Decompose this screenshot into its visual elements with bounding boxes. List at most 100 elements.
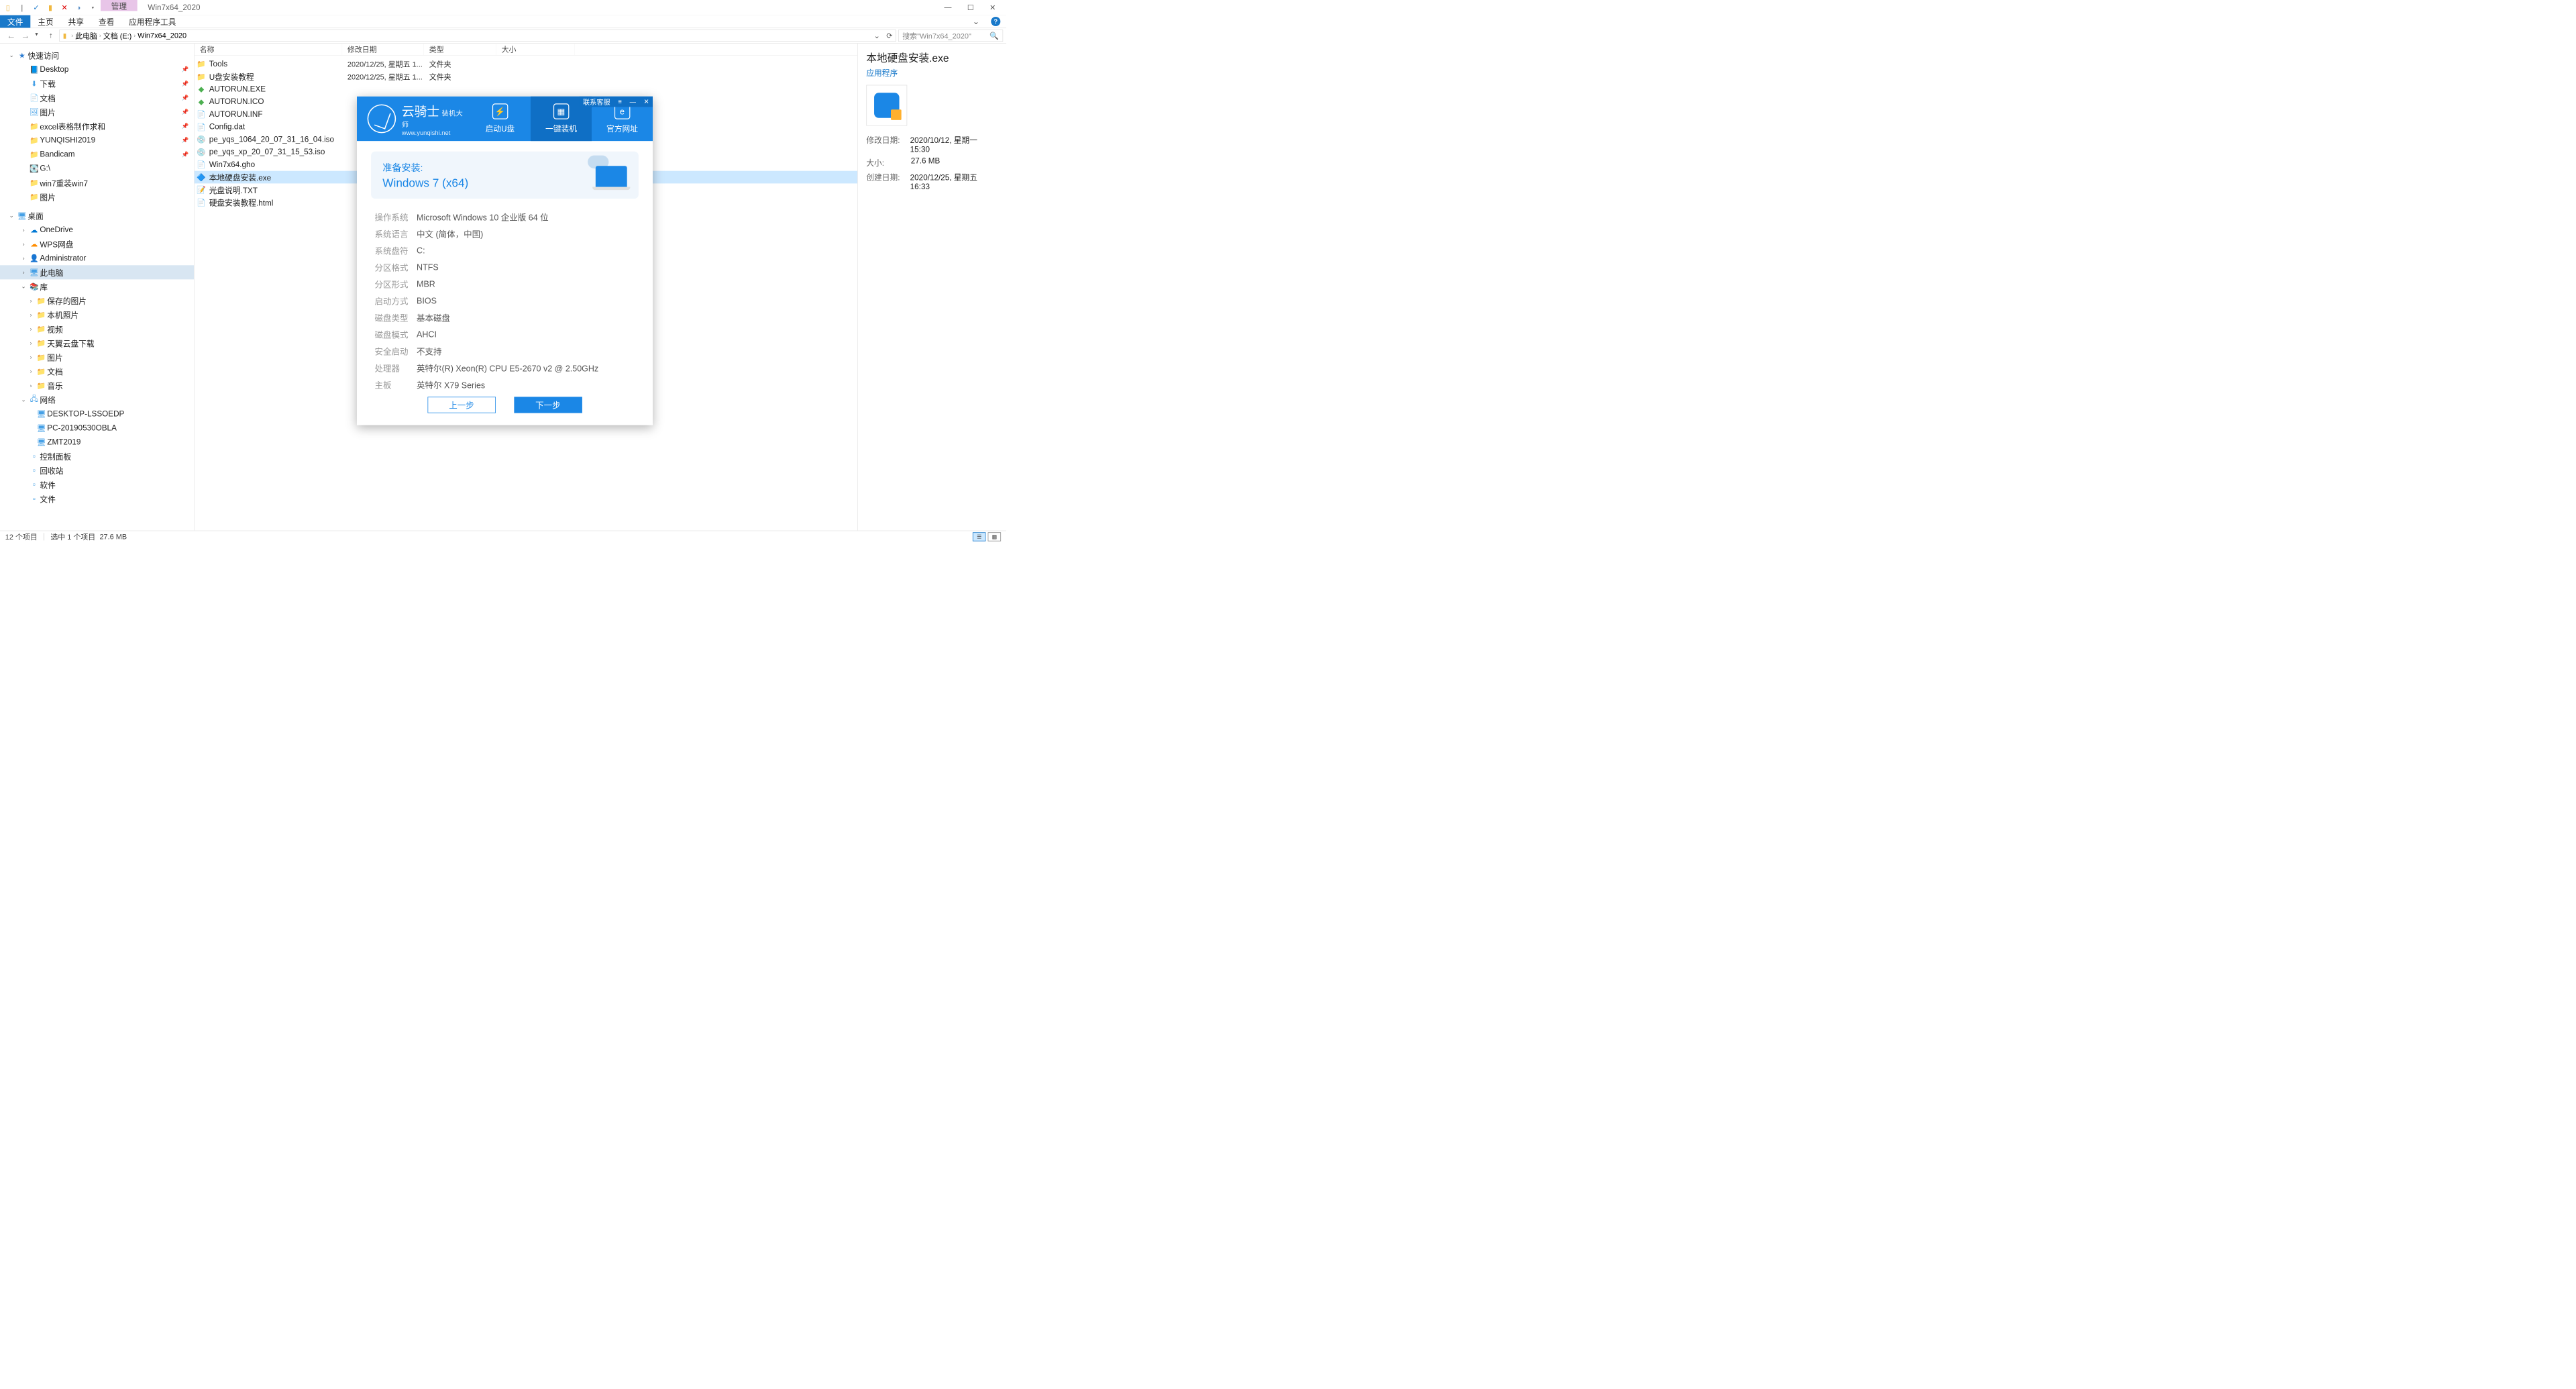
ribbon-tab-apptools[interactable]: 应用程序工具 <box>121 15 183 28</box>
chevron-right-icon[interactable]: › <box>26 297 36 304</box>
sidebar-item[interactable]: ⌄ 🖧 网络 <box>0 393 194 407</box>
sidebar-item[interactable]: ⬇ 下载 📌 <box>0 76 194 91</box>
refresh-icon[interactable]: ⟳ <box>883 32 893 40</box>
sidebar-item[interactable]: ⌄ 🖥 桌面 <box>0 209 194 223</box>
sidebar-item[interactable]: 📁 图片 <box>0 190 194 204</box>
chevron-right-icon[interactable]: › <box>26 311 36 318</box>
sidebar-item[interactable]: ⌄ ★ 快速访问 <box>0 48 194 62</box>
ribbon-tab-view[interactable]: 查看 <box>91 15 121 28</box>
chevron-right-icon[interactable]: › <box>26 354 36 360</box>
status-count: 12 个项目 <box>5 531 38 542</box>
ribbon-tab-file[interactable]: 文件 <box>0 15 30 28</box>
breadcrumb[interactable]: ▮ › 此电脑 › 文档 (E:) › Win7x64_2020 ⌄ ⟳ <box>59 30 896 42</box>
sidebar-item[interactable]: 🖼 图片 📌 <box>0 105 194 119</box>
file-row[interactable]: 📁 U盘安装教程 2020/12/25, 星期五 1... 文件夹 <box>195 70 857 83</box>
check-icon[interactable]: ✓ <box>32 3 41 12</box>
chevron-right-icon[interactable]: › <box>19 241 28 248</box>
prev-button[interactable]: 上一步 <box>427 397 496 413</box>
col-name[interactable]: 名称 <box>195 44 342 55</box>
minimize-icon[interactable]: — <box>630 98 636 105</box>
sidebar-item[interactable]: 🖥 ZMT2019 <box>0 435 194 449</box>
details-view-button[interactable]: ☰ <box>973 532 986 541</box>
forward-button[interactable]: → <box>21 31 30 41</box>
delete-icon[interactable]: ✕ <box>60 3 69 12</box>
sidebar-item[interactable]: › 📁 图片 <box>0 350 194 364</box>
chevron-right-icon[interactable]: › <box>26 382 36 389</box>
help-button[interactable]: ? <box>985 15 1006 28</box>
installer-tab[interactable]: ⚡ 启动U盘 <box>470 97 531 141</box>
file-row[interactable]: ◆ AUTORUN.EXE <box>195 83 857 95</box>
contact-support[interactable]: 联系客服 <box>583 97 610 106</box>
sidebar-item[interactable]: › ☁ OneDrive <box>0 223 194 237</box>
breadcrumb-segment[interactable]: 文档 (E:) <box>103 30 132 41</box>
tree-icon: ⬇ <box>28 79 40 88</box>
sidebar-item[interactable]: › 📁 音乐 <box>0 378 194 393</box>
qat-dropdown-icon[interactable]: ▾ <box>88 3 97 12</box>
sidebar-item[interactable]: 📁 YUNQISHI2019 📌 <box>0 133 194 147</box>
breadcrumb-segment[interactable]: Win7x64_2020 <box>138 32 186 40</box>
col-type[interactable]: 类型 <box>424 44 496 55</box>
back-button[interactable]: ← <box>7 31 15 41</box>
titlebar: ▯ | ✓ ▮ ✕ ◑ ▾ 管理 Win7x64_2020 — ☐ ✕ <box>0 0 1006 15</box>
tree-icon: 🖥 <box>16 211 28 220</box>
up-button[interactable]: ↑ <box>45 31 57 40</box>
sidebar-item[interactable]: › 📁 本机照片 <box>0 308 194 322</box>
tree-icon: 📚 <box>28 282 40 291</box>
column-headers: 名称 修改日期 类型 大小 <box>195 44 857 56</box>
chevron-down-icon[interactable]: ⌄ <box>19 397 28 403</box>
sidebar-item[interactable]: › 👤 Administrator <box>0 251 194 265</box>
tree-icon: ▫ <box>28 452 40 460</box>
sidebar-item[interactable]: 💽 G:\ <box>0 162 194 176</box>
ribbon-tab-share[interactable]: 共享 <box>61 15 91 28</box>
file-name: Win7x64.gho <box>208 160 342 169</box>
sidebar-item[interactable]: › 📁 天翼云盘下载 <box>0 336 194 350</box>
chevron-right-icon[interactable]: › <box>26 340 36 346</box>
chevron-down-icon[interactable]: ⌄ <box>19 283 28 290</box>
ribbon-tab-home[interactable]: 主页 <box>30 15 60 28</box>
breadcrumb-segment[interactable]: 此电脑 <box>75 30 97 41</box>
chevron-right-icon[interactable]: › <box>19 269 28 276</box>
ribbon-expand-icon[interactable]: ⌄ <box>967 15 985 28</box>
sidebar-item[interactable]: ▫ 文件 <box>0 492 194 506</box>
sidebar-item[interactable]: 🖥 DESKTOP-LSSOEDP <box>0 407 194 421</box>
minimize-button[interactable]: — <box>944 3 951 12</box>
sidebar-item[interactable]: ▫ 软件 <box>0 478 194 492</box>
sidebar-item[interactable]: 📁 win7重装win7 <box>0 176 194 190</box>
sidebar-item[interactable]: 📁 Bandicam 📌 <box>0 148 194 162</box>
close-icon[interactable]: ✕ <box>644 98 649 105</box>
sidebar-item[interactable]: › 🖥 此电脑 <box>0 265 194 279</box>
col-size[interactable]: 大小 <box>496 44 575 55</box>
tree-label: 控制面板 <box>40 450 71 462</box>
close-button[interactable]: ✕ <box>989 3 996 12</box>
chevron-right-icon[interactable]: › <box>19 226 28 233</box>
search-input[interactable]: 搜索"Win7x64_2020" 🔍 <box>898 30 1003 42</box>
properties-icon[interactable]: ◑ <box>74 3 83 12</box>
file-row[interactable]: 📁 Tools 2020/12/25, 星期五 1... 文件夹 <box>195 58 857 70</box>
sidebar-item[interactable]: › 📁 视频 <box>0 322 194 336</box>
sidebar-item[interactable]: ⌄ 📚 库 <box>0 279 194 293</box>
chevron-right-icon[interactable]: › <box>19 255 28 262</box>
sidebar-item[interactable]: › 📁 保存的图片 <box>0 293 194 307</box>
sidebar-item[interactable]: 📘 Desktop 📌 <box>0 62 194 76</box>
history-dropdown-icon[interactable]: ▾ <box>35 31 38 41</box>
menu-icon[interactable]: ≡ <box>618 98 621 105</box>
chevron-right-icon[interactable]: › <box>26 325 36 332</box>
icons-view-button[interactable]: ▦ <box>988 532 1002 541</box>
breadcrumb-dropdown-icon[interactable]: ⌄ <box>871 32 883 40</box>
chevron-right-icon[interactable]: › <box>26 368 36 374</box>
ribbon: 文件 主页 共享 查看 应用程序工具 ⌄ ? <box>0 15 1006 29</box>
new-folder-icon[interactable]: ▮ <box>46 3 55 12</box>
col-date[interactable]: 修改日期 <box>342 44 424 55</box>
sidebar-item[interactable]: 📁 excel表格制作求和 📌 <box>0 119 194 133</box>
sidebar-item[interactable]: › ☁ WPS网盘 <box>0 237 194 251</box>
chevron-down-icon[interactable]: ⌄ <box>7 52 16 58</box>
sidebar-item[interactable]: ▫ 控制面板 <box>0 449 194 463</box>
chevron-down-icon[interactable]: ⌄ <box>7 212 16 219</box>
next-button[interactable]: 下一步 <box>514 397 582 413</box>
sidebar-item[interactable]: 📄 文档 📌 <box>0 91 194 105</box>
sidebar-item[interactable]: › 📁 文档 <box>0 364 194 378</box>
sidebar-item[interactable]: ▫ 回收站 <box>0 464 194 478</box>
context-tab[interactable]: 管理 <box>101 0 138 11</box>
sidebar-item[interactable]: 🖥 PC-20190530OBLA <box>0 421 194 435</box>
maximize-button[interactable]: ☐ <box>967 3 974 12</box>
